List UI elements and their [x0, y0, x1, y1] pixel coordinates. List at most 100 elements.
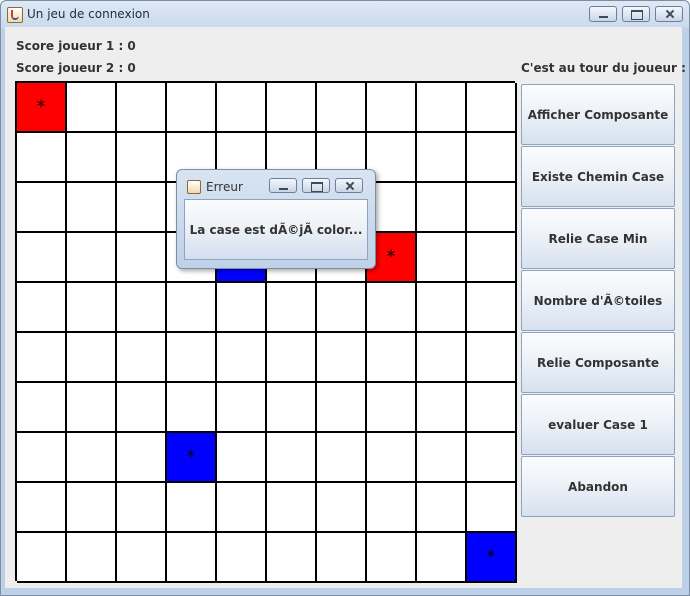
dialog-close-button[interactable]	[335, 178, 363, 193]
dialog-maximize-button[interactable]	[302, 178, 330, 193]
board-cell[interactable]	[367, 533, 417, 583]
relie-composante-button[interactable]: Relie Composante	[521, 332, 675, 393]
board-cell[interactable]	[267, 433, 317, 483]
board-cell[interactable]	[67, 333, 117, 383]
board-cell[interactable]	[217, 433, 267, 483]
board-cell[interactable]	[467, 133, 517, 183]
board-cell[interactable]	[217, 283, 267, 333]
board-cell[interactable]	[167, 383, 217, 433]
board-cell[interactable]	[67, 433, 117, 483]
board-cell[interactable]	[217, 533, 267, 583]
board-cell[interactable]	[467, 283, 517, 333]
board-cell[interactable]	[317, 283, 367, 333]
board-cell[interactable]	[317, 483, 367, 533]
board-cell[interactable]	[267, 533, 317, 583]
board-cell[interactable]	[417, 533, 467, 583]
board-cell[interactable]	[417, 83, 467, 133]
nombre-etoiles-button[interactable]: Nombre d'Ã©toiles	[521, 270, 675, 331]
board-cell[interactable]	[117, 83, 167, 133]
board-cell[interactable]: *	[17, 83, 67, 133]
board-cell[interactable]	[67, 383, 117, 433]
board-cell[interactable]	[217, 383, 267, 433]
board-cell[interactable]	[117, 333, 167, 383]
board-cell[interactable]	[367, 83, 417, 133]
board-cell[interactable]	[267, 83, 317, 133]
board-cell[interactable]	[67, 183, 117, 233]
board-cell[interactable]	[417, 283, 467, 333]
close-button[interactable]	[655, 6, 683, 22]
board-cell[interactable]	[267, 483, 317, 533]
board-cell[interactable]	[317, 383, 367, 433]
board-cell[interactable]	[317, 533, 367, 583]
board-cell[interactable]	[367, 333, 417, 383]
evaluer-case-button[interactable]: evaluer Case 1	[521, 394, 675, 455]
board-cell[interactable]	[117, 483, 167, 533]
board-cell[interactable]	[417, 133, 467, 183]
board-cell[interactable]	[67, 483, 117, 533]
board-cell[interactable]	[467, 233, 517, 283]
board-cell[interactable]	[67, 533, 117, 583]
board-cell[interactable]	[417, 383, 467, 433]
board-cell[interactable]	[167, 83, 217, 133]
board-cell[interactable]	[167, 333, 217, 383]
board-cell[interactable]	[17, 483, 67, 533]
board-cell[interactable]	[117, 233, 167, 283]
board-cell[interactable]	[367, 283, 417, 333]
board-cell[interactable]	[67, 133, 117, 183]
abandon-button[interactable]: Abandon	[521, 456, 675, 517]
board-cell[interactable]	[17, 533, 67, 583]
board-cell[interactable]	[317, 433, 367, 483]
board-cell[interactable]	[367, 483, 417, 533]
afficher-composante-button[interactable]: Afficher Composante	[521, 84, 675, 145]
board-cell[interactable]	[367, 383, 417, 433]
board-cell[interactable]	[217, 483, 267, 533]
board-cell[interactable]	[117, 183, 167, 233]
board-cell[interactable]	[217, 333, 267, 383]
existe-chemin-case-button[interactable]: Existe Chemin Case	[521, 146, 675, 207]
board-cell[interactable]	[417, 333, 467, 383]
board-cell[interactable]	[117, 283, 167, 333]
board-cell[interactable]	[467, 483, 517, 533]
board-cell[interactable]	[417, 233, 467, 283]
board-cell[interactable]	[467, 333, 517, 383]
board-cell[interactable]: *	[467, 533, 517, 583]
board-cell[interactable]	[467, 83, 517, 133]
minimize-button[interactable]	[589, 6, 617, 22]
board-cell[interactable]	[117, 533, 167, 583]
board-cell[interactable]	[267, 383, 317, 433]
board-cell[interactable]	[167, 283, 217, 333]
board-cell[interactable]	[417, 183, 467, 233]
maximize-button[interactable]	[622, 6, 650, 22]
board-cell[interactable]	[317, 333, 367, 383]
board-cell[interactable]	[17, 133, 67, 183]
board-cell[interactable]	[167, 483, 217, 533]
title-bar[interactable]: Un jeu de connexion	[1, 1, 689, 28]
board-cell[interactable]	[267, 283, 317, 333]
board-cell[interactable]	[417, 433, 467, 483]
dialog-minimize-button[interactable]	[269, 178, 297, 193]
board-cell[interactable]	[317, 83, 367, 133]
relie-case-min-button[interactable]: Relie Case Min	[521, 208, 675, 269]
board-cell[interactable]	[17, 283, 67, 333]
board-cell[interactable]	[17, 183, 67, 233]
board-cell[interactable]	[17, 383, 67, 433]
board-cell[interactable]	[467, 433, 517, 483]
dialog-message-button[interactable]: La case est dÃ©jÃ color...	[184, 199, 368, 260]
board-cell[interactable]: *	[167, 433, 217, 483]
board-cell[interactable]	[167, 533, 217, 583]
board-cell[interactable]	[17, 433, 67, 483]
board-cell[interactable]	[467, 383, 517, 433]
board-cell[interactable]	[17, 333, 67, 383]
board-cell[interactable]	[267, 333, 317, 383]
board-cell[interactable]	[117, 133, 167, 183]
board-cell[interactable]	[67, 83, 117, 133]
board-cell[interactable]	[67, 233, 117, 283]
board-cell[interactable]	[417, 483, 467, 533]
board-cell[interactable]	[17, 233, 67, 283]
board-cell[interactable]	[367, 433, 417, 483]
board-cell[interactable]	[117, 383, 167, 433]
board-cell[interactable]	[217, 83, 267, 133]
board-cell[interactable]	[67, 283, 117, 333]
board-cell[interactable]	[117, 433, 167, 483]
board-cell[interactable]	[467, 183, 517, 233]
